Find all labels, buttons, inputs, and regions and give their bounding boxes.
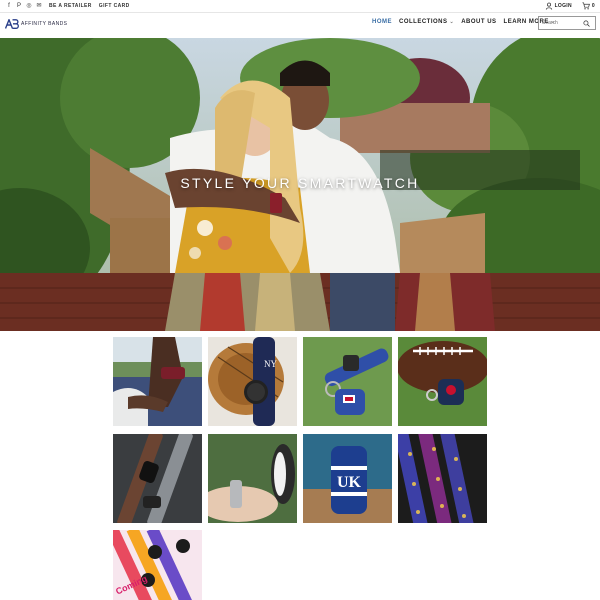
search-icon[interactable]	[583, 19, 590, 27]
product-tile[interactable]	[303, 337, 392, 426]
cart-icon	[582, 2, 590, 10]
nav-collections-label: COLLECTIONS	[399, 19, 448, 25]
tile-image-airpods-case-blue	[303, 337, 392, 426]
nav-about-us-label: ABOUT US	[461, 19, 497, 25]
tile-image-leather-bands	[113, 434, 202, 523]
pinterest-icon[interactable]: P	[16, 2, 22, 10]
hero-banner[interactable]: STYLE YOUR SMARTWATCH	[0, 38, 600, 331]
search-box	[538, 16, 596, 30]
svg-text:NY: NY	[264, 359, 277, 369]
svg-text:UK: UK	[337, 474, 362, 491]
tile-image-pride-bands: Coming	[113, 530, 202, 600]
product-tile[interactable]: NY	[208, 337, 297, 426]
chevron-down-icon: ⌄	[449, 19, 455, 25]
nav-about-us[interactable]: ABOUT US	[461, 19, 496, 25]
brand-name: AFFINITY BANDS	[21, 21, 68, 27]
brand-logo[interactable]: AFFINITY BANDS	[5, 19, 67, 29]
product-tile[interactable]: Coming	[113, 530, 202, 600]
tile-image-watch-wrist	[113, 337, 202, 426]
gift-card-link[interactable]: GIFT CARD	[99, 3, 130, 9]
email-icon[interactable]: ✉	[36, 2, 42, 10]
utility-links: BE A RETAILER GIFT CARD	[49, 3, 130, 9]
site-header: AFFINITY BANDS HOME COLLECTIONS ⌄ ABOUT U…	[0, 13, 600, 38]
product-tile[interactable]	[398, 337, 487, 426]
product-tile[interactable]	[113, 337, 202, 426]
nav-collections[interactable]: COLLECTIONS ⌄	[399, 19, 454, 25]
user-icon	[545, 2, 552, 10]
facebook-icon[interactable]: f	[6, 2, 12, 10]
brand-logo-icon	[5, 19, 19, 29]
search-input[interactable]	[539, 17, 583, 29]
product-tile[interactable]: UK	[303, 434, 392, 523]
login-link[interactable]: LOGIN	[545, 2, 572, 10]
tile-image-patterned-bands	[398, 434, 487, 523]
account-area: LOGIN 0	[545, 2, 595, 10]
be-a-retailer-link[interactable]: BE A RETAILER	[49, 3, 92, 9]
product-tile[interactable]	[398, 434, 487, 523]
login-label: LOGIN	[554, 3, 572, 9]
nav-home[interactable]: HOME	[372, 19, 392, 25]
product-tile[interactable]	[113, 434, 202, 523]
tile-image-football-case	[398, 337, 487, 426]
main-nav: HOME COLLECTIONS ⌄ ABOUT US LEARN MORE ⌄	[372, 19, 556, 25]
nav-home-label: HOME	[372, 19, 392, 25]
tile-image-kentucky-case: UK	[303, 434, 392, 523]
utility-bar: f P ◎ ✉ BE A RETAILER GIFT CARD LOGIN 0	[0, 0, 600, 13]
product-tile[interactable]	[208, 434, 297, 523]
cart-link[interactable]: 0	[582, 2, 595, 10]
social-links: f P ◎ ✉	[6, 2, 42, 10]
tile-image-yankees-glove: NY	[208, 337, 297, 426]
cart-count: 0	[591, 3, 595, 9]
instagram-icon[interactable]: ◎	[26, 2, 32, 10]
hero-title: STYLE YOUR SMARTWATCH	[180, 175, 420, 191]
tile-image-hand-metal-band	[208, 434, 297, 523]
